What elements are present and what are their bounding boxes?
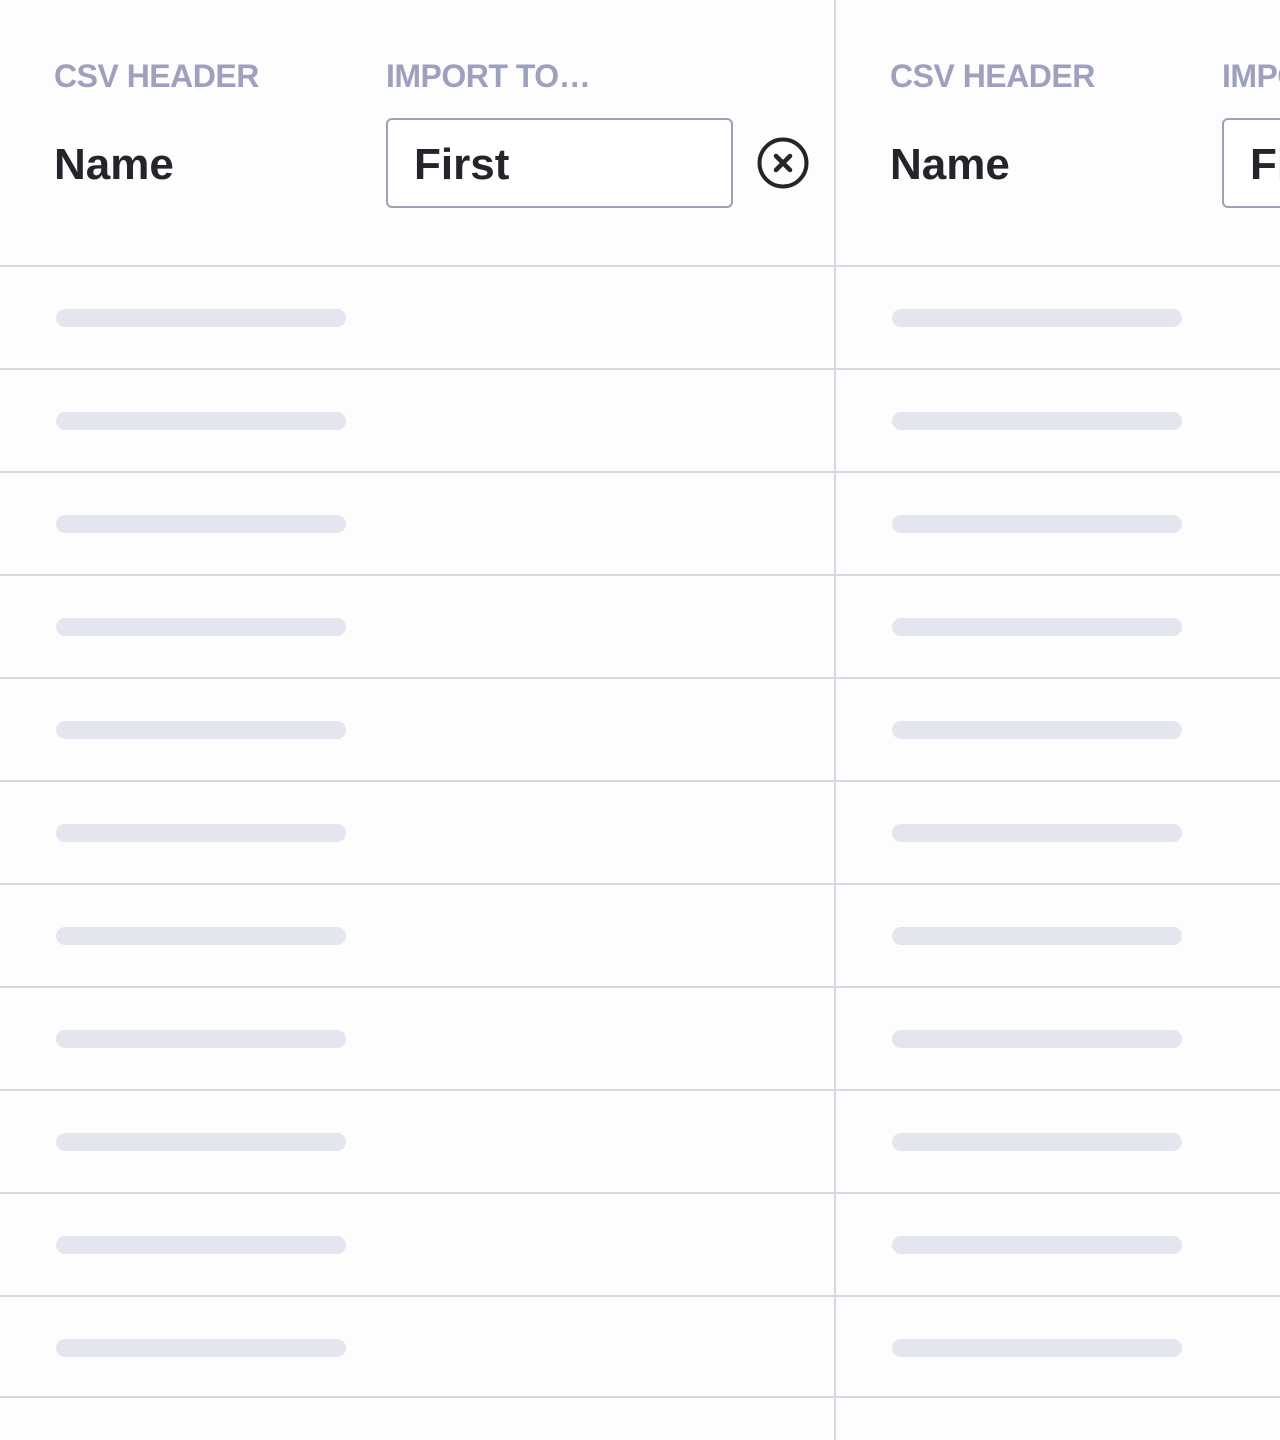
table-row [0, 677, 835, 780]
table-row [836, 1192, 1280, 1295]
import-to-value: First [414, 140, 510, 189]
skeleton-placeholder [56, 412, 346, 430]
preview-rows [0, 265, 835, 1398]
import-to-label: IMPORT TO… [386, 58, 591, 94]
table-row [0, 1295, 835, 1398]
skeleton-placeholder [892, 1236, 1182, 1254]
table-row [0, 265, 835, 368]
import-to-label: IMPORT TO… [1222, 58, 1280, 94]
table-row [836, 265, 1280, 368]
table-row [0, 574, 835, 677]
csv-header-name: Name [890, 140, 1010, 189]
close-circle-icon[interactable] [756, 136, 810, 190]
mapping-column-1: CSV HEADER IMPORT TO… Name First [0, 0, 835, 1440]
preview-rows [836, 265, 1280, 1398]
skeleton-placeholder [56, 824, 346, 842]
table-row [836, 677, 1280, 780]
table-row [0, 986, 835, 1089]
skeleton-placeholder [892, 927, 1182, 945]
table-row [836, 986, 1280, 1089]
skeleton-placeholder [56, 515, 346, 533]
skeleton-placeholder [56, 1339, 346, 1357]
csv-header-name: Name [54, 140, 174, 189]
table-row [836, 471, 1280, 574]
skeleton-placeholder [892, 1030, 1182, 1048]
table-row [0, 883, 835, 986]
mapping-column-2: CSV HEADER IMPORT TO… Name First [836, 0, 1280, 1440]
skeleton-placeholder [56, 721, 346, 739]
csv-import-mapping: CSV HEADER IMPORT TO… Name First CSV HEA… [0, 0, 1280, 1440]
skeleton-placeholder [892, 721, 1182, 739]
import-to-select[interactable]: First [1222, 118, 1280, 208]
skeleton-placeholder [892, 515, 1182, 533]
csv-header-label: CSV HEADER [54, 58, 259, 94]
skeleton-placeholder [56, 309, 346, 327]
skeleton-placeholder [892, 618, 1182, 636]
table-row [0, 368, 835, 471]
skeleton-placeholder [892, 824, 1182, 842]
skeleton-placeholder [892, 412, 1182, 430]
skeleton-placeholder [892, 1133, 1182, 1151]
skeleton-placeholder [56, 927, 346, 945]
table-row [836, 574, 1280, 677]
table-row [0, 471, 835, 574]
table-row [0, 1192, 835, 1295]
table-row [836, 883, 1280, 986]
table-row [836, 780, 1280, 883]
table-row [836, 1089, 1280, 1192]
table-row [836, 1295, 1280, 1398]
table-row [0, 1089, 835, 1192]
import-to-select[interactable]: First [386, 118, 733, 208]
table-row [0, 780, 835, 883]
skeleton-placeholder [892, 309, 1182, 327]
skeleton-placeholder [892, 1339, 1182, 1357]
skeleton-placeholder [56, 1030, 346, 1048]
skeleton-placeholder [56, 618, 346, 636]
skeleton-placeholder [56, 1236, 346, 1254]
skeleton-placeholder [56, 1133, 346, 1151]
import-to-value: First [1250, 140, 1280, 189]
csv-header-label: CSV HEADER [890, 58, 1095, 94]
table-row [836, 368, 1280, 471]
